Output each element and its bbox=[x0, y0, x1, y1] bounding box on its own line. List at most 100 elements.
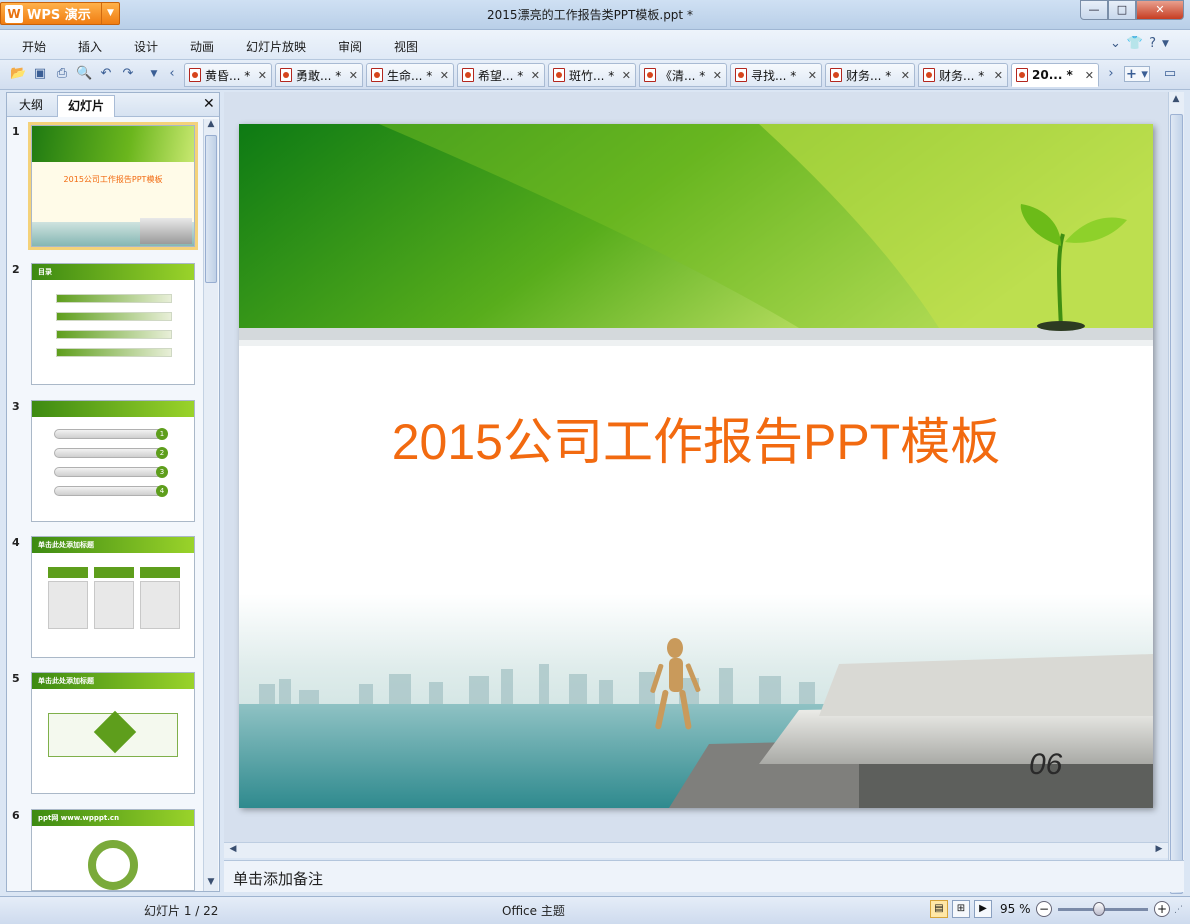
tab-outline[interactable]: 大纲 bbox=[9, 95, 53, 117]
maximize-button[interactable]: □ bbox=[1108, 0, 1136, 20]
scroll-up-icon[interactable]: ▲ bbox=[1169, 94, 1183, 104]
ppt-file-icon bbox=[735, 68, 747, 82]
close-tab-icon[interactable]: ✕ bbox=[1085, 69, 1094, 82]
ppt-file-icon bbox=[553, 68, 565, 82]
zoom-slider-handle[interactable] bbox=[1092, 902, 1105, 916]
save-icon[interactable]: ▣ bbox=[32, 66, 48, 82]
thumb-books-image bbox=[140, 218, 192, 244]
doc-tab[interactable]: 寻找... * ✕ bbox=[730, 63, 822, 87]
open-folder-icon[interactable]: 📂 bbox=[10, 66, 26, 82]
print-preview-icon[interactable]: 🔍 bbox=[76, 66, 92, 82]
close-panel-icon[interactable]: ✕ bbox=[203, 96, 215, 112]
doc-tab[interactable]: 希望... * ✕ bbox=[457, 63, 545, 87]
doc-tab[interactable]: 财务... * ✕ bbox=[825, 63, 915, 87]
zoom-level[interactable]: 95 % bbox=[1000, 902, 1031, 916]
help-icon[interactable]: ? bbox=[1149, 36, 1156, 51]
close-tab-icon[interactable]: ✕ bbox=[622, 69, 631, 82]
undo-icon[interactable]: ↶ bbox=[98, 66, 114, 82]
chevron-down-icon[interactable]: ▼ bbox=[101, 3, 119, 24]
menu-home[interactable]: 开始 bbox=[22, 38, 46, 55]
zoom-in-button[interactable]: + bbox=[1154, 901, 1170, 917]
customize-toolbar-icon[interactable]: ▼ bbox=[146, 66, 162, 82]
scroll-left-icon[interactable]: ◀ bbox=[226, 844, 240, 854]
slide-canvas[interactable]: 06 2015公司工作报告PPT模板 bbox=[239, 124, 1153, 808]
doc-tab[interactable]: 生命... * ✕ bbox=[366, 63, 454, 87]
wps-app-menu-button[interactable]: W WPS 演示 ▼ bbox=[0, 2, 120, 25]
close-tab-icon[interactable]: ✕ bbox=[901, 69, 910, 82]
normal-view-icon[interactable]: ▤ bbox=[930, 900, 948, 918]
doc-tab[interactable]: 斑竹... * ✕ bbox=[548, 63, 636, 87]
doc-tab-active[interactable]: 20... * ✕ bbox=[1011, 63, 1099, 87]
slide-title[interactable]: 2015公司工作报告PPT模板 bbox=[239, 402, 1153, 474]
thumb-pill bbox=[54, 429, 164, 439]
close-button[interactable]: ✕ bbox=[1136, 0, 1184, 20]
close-tab-icon[interactable]: ✕ bbox=[531, 69, 540, 82]
print-icon[interactable]: ⎙ bbox=[54, 66, 70, 82]
slide-number: 5 bbox=[12, 672, 20, 685]
doc-tab[interactable]: 黄昏... * ✕ bbox=[184, 63, 272, 87]
ppt-file-icon bbox=[644, 68, 656, 82]
new-tab-button[interactable]: + ▾ bbox=[1124, 66, 1150, 82]
ppt-file-icon bbox=[189, 68, 201, 82]
ppt-file-icon bbox=[1016, 68, 1028, 82]
collapse-ribbon-icon[interactable]: ⌄ bbox=[1110, 36, 1121, 51]
menu-slideshow[interactable]: 幻灯片放映 bbox=[246, 38, 306, 55]
zoom-out-button[interactable]: − bbox=[1036, 901, 1052, 917]
tab-slides[interactable]: 幻灯片 bbox=[57, 95, 116, 117]
slide-number: 1 bbox=[12, 125, 20, 138]
slideshow-view-icon[interactable]: ▶ bbox=[974, 900, 992, 918]
menu-view[interactable]: 视图 bbox=[394, 38, 418, 55]
slide-thumbnail-3[interactable]: 1 2 3 4 bbox=[31, 400, 195, 522]
banner-divider-highlight bbox=[239, 340, 1153, 346]
horizontal-scrollbar[interactable]: ◀ ▶ bbox=[224, 842, 1168, 858]
slide-thumbnail-5[interactable]: 单击此处添加标题 bbox=[31, 672, 195, 794]
resize-grip-icon[interactable]: ⋰ bbox=[1174, 905, 1183, 915]
scroll-down-icon[interactable]: ▼ bbox=[204, 877, 218, 887]
book-spine bbox=[859, 764, 1153, 808]
minimize-button[interactable]: — bbox=[1080, 0, 1108, 20]
menu-insert[interactable]: 插入 bbox=[78, 38, 102, 55]
scroll-thumb[interactable] bbox=[1170, 114, 1183, 894]
close-tab-icon[interactable]: ✕ bbox=[258, 69, 267, 82]
close-tab-icon[interactable]: ✕ bbox=[808, 69, 817, 82]
ppt-file-icon bbox=[830, 68, 842, 82]
tab-list-icon[interactable]: ▭ bbox=[1162, 66, 1178, 82]
menu-design[interactable]: 设计 bbox=[134, 38, 158, 55]
app-name: WPS 演示 bbox=[27, 8, 91, 23]
slides-panel-scrollbar[interactable]: ▲ ▼ bbox=[203, 119, 218, 891]
menu-review[interactable]: 审阅 bbox=[338, 38, 362, 55]
theme-name[interactable]: Office 主题 bbox=[502, 902, 565, 919]
notes-pane[interactable]: 单击添加备注 bbox=[224, 860, 1184, 892]
document-tab-bar: 📂 ▣ ⎙ 🔍 ↶ ↷ ▼ ‹ 黄昏... * ✕ 勇敢... * ✕ 生命... … bbox=[0, 60, 1190, 90]
thumb-title: 单击此处添加标题 bbox=[38, 677, 94, 685]
slide-thumbnail-6[interactable]: ppt网 www.wpppt.cn bbox=[31, 809, 195, 891]
scroll-up-icon[interactable]: ▲ bbox=[204, 119, 218, 129]
skin-icon[interactable]: 👕 bbox=[1127, 36, 1143, 51]
scroll-tabs-left-icon[interactable]: ‹ bbox=[164, 66, 180, 82]
close-tab-icon[interactable]: ✕ bbox=[713, 69, 722, 82]
scroll-thumb[interactable] bbox=[205, 135, 217, 283]
close-tab-icon[interactable]: ✕ bbox=[994, 69, 1003, 82]
thumb-title: 单击此处添加标题 bbox=[38, 541, 94, 549]
slide-thumbnail-2[interactable]: 目录 bbox=[31, 263, 195, 385]
doc-tab[interactable]: 财务... * ✕ bbox=[918, 63, 1008, 87]
thumb-title: ppt网 www.wpppt.cn bbox=[38, 814, 120, 822]
slide-thumbnail-1[interactable]: 2015公司工作报告PPT模板 bbox=[28, 122, 198, 250]
vertical-scrollbar[interactable]: ▲ bbox=[1168, 92, 1184, 894]
scroll-right-icon[interactable]: ▶ bbox=[1152, 844, 1166, 854]
close-tab-icon[interactable]: ✕ bbox=[349, 69, 358, 82]
thumb-bar bbox=[56, 330, 172, 339]
redo-icon[interactable]: ↷ bbox=[120, 66, 136, 82]
slide-sorter-icon[interactable]: ⊞ bbox=[952, 900, 970, 918]
thumb-number: 3 bbox=[156, 466, 168, 478]
doc-tab[interactable]: 《清... * ✕ bbox=[639, 63, 727, 87]
sprout-soil bbox=[1037, 321, 1085, 331]
chevron-down-icon[interactable]: ▼ bbox=[1162, 39, 1169, 49]
close-tab-icon[interactable]: ✕ bbox=[440, 69, 449, 82]
scroll-tabs-right-icon[interactable]: › bbox=[1103, 66, 1119, 82]
doc-tab-label: 财务... * bbox=[846, 68, 892, 83]
notes-placeholder[interactable]: 单击添加备注 bbox=[233, 868, 323, 889]
slide-thumbnail-4[interactable]: 单击此处添加标题 bbox=[31, 536, 195, 658]
menu-animation[interactable]: 动画 bbox=[190, 38, 214, 55]
doc-tab[interactable]: 勇敢... * ✕ bbox=[275, 63, 363, 87]
